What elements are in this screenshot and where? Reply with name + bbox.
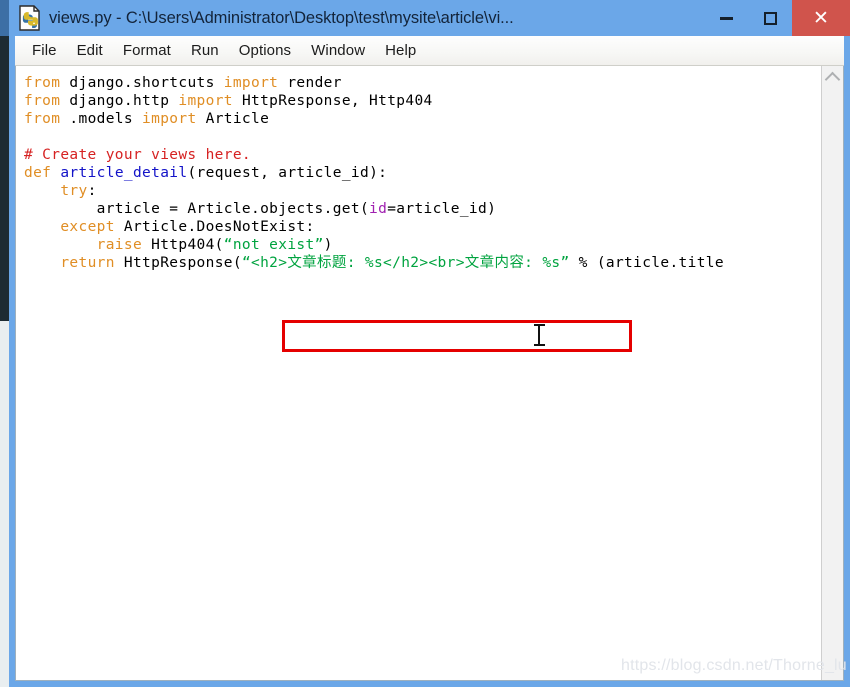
minimize-button[interactable] — [704, 3, 748, 33]
python-file-icon — [18, 5, 42, 31]
code-token: def — [24, 165, 52, 181]
code-line: article = Article.objects.get(id=article… — [24, 200, 724, 218]
desktop-sliver-top — [0, 0, 9, 36]
scrollbar-thumb[interactable] — [823, 88, 843, 648]
code-line: from django.http import HttpResponse, Ht… — [24, 92, 724, 110]
code-token: except — [60, 219, 115, 235]
code-line: try: — [24, 182, 724, 200]
code-token: import — [142, 111, 197, 127]
code-line: except Article.DoesNotExist: — [24, 218, 724, 236]
title-bar[interactable]: views.py - C:\Users\Administrator\Deskto… — [9, 0, 850, 36]
annotation-rectangle — [282, 320, 632, 352]
code-token: try — [60, 183, 88, 199]
menu-item-help[interactable]: Help — [376, 40, 425, 61]
code-line: from .models import Article — [24, 110, 724, 128]
code-token: (request, article_id): — [187, 165, 388, 181]
maximize-icon — [763, 11, 777, 25]
i-beam-cursor — [534, 324, 545, 346]
code-line: raise Http404(“not exist”) — [24, 236, 724, 254]
menu-item-options[interactable]: Options — [230, 40, 300, 61]
i-beam-cap-top — [534, 324, 545, 326]
code-token: “<h2>文章标题: %s</h2><br>文章内容: %s” — [241, 255, 570, 271]
menu-bar: File Edit Format Run Options Window Help — [15, 36, 844, 66]
close-icon: ✕ — [813, 7, 829, 29]
code-token: article_detail — [60, 165, 188, 181]
close-button[interactable]: ✕ — [792, 0, 850, 36]
code-token: django.shortcuts — [60, 75, 224, 91]
code-token: Article.DoesNotExist: — [114, 219, 315, 235]
menu-item-window[interactable]: Window — [302, 40, 374, 61]
code-token: article = Article.objects.get( — [24, 201, 370, 217]
code-token: from — [24, 111, 61, 127]
source-code: from django.shortcuts import render from … — [24, 74, 724, 272]
code-token: import — [178, 93, 233, 109]
desktop-sliver-dark — [0, 36, 9, 321]
minimize-icon — [719, 16, 733, 20]
code-line: # Create your views here. — [24, 146, 724, 164]
window-title: views.py - C:\Users\Administrator\Deskto… — [49, 8, 514, 27]
code-token: % (article.title — [569, 255, 724, 271]
idle-editor-window: views.py - C:\Users\Administrator\Deskto… — [9, 0, 850, 687]
code-text-area[interactable]: from django.shortcuts import render from … — [16, 66, 821, 680]
menu-item-run[interactable]: Run — [182, 40, 228, 61]
chevron-up-icon — [824, 71, 841, 88]
i-beam-stem — [538, 326, 540, 344]
code-token: import — [223, 75, 279, 91]
code-token: “not exist” — [223, 237, 324, 253]
editor-area: from django.shortcuts import render from … — [15, 66, 844, 681]
code-token: .models — [60, 111, 143, 127]
code-token: from — [24, 75, 61, 91]
code-token: return — [60, 255, 115, 271]
code-token: : — [87, 183, 97, 199]
code-token: HttpResponse, Http404 — [232, 93, 433, 109]
code-token: from — [24, 93, 61, 109]
code-token: Http404( — [142, 237, 224, 253]
i-beam-cap-bottom — [534, 344, 545, 346]
code-token: django.http — [60, 93, 179, 109]
menu-item-edit[interactable]: Edit — [68, 40, 112, 61]
code-token: Article — [196, 111, 270, 127]
code-token: id — [369, 201, 388, 217]
code-line: return HttpResponse(“<h2>文章标题: %s</h2><b… — [24, 254, 724, 272]
code-token: # Create your views here. — [24, 147, 251, 163]
code-line: from django.shortcuts import render — [24, 74, 724, 92]
vertical-scrollbar[interactable] — [821, 66, 843, 680]
scroll-up-arrow-icon[interactable] — [822, 69, 843, 88]
code-token: ) — [323, 237, 333, 253]
code-token: HttpResponse( — [114, 255, 242, 271]
code-line: def article_detail(request, article_id): — [24, 164, 724, 182]
code-token: render — [278, 75, 342, 91]
menu-item-format[interactable]: Format — [114, 40, 180, 61]
desktop-sliver-light — [0, 321, 9, 687]
code-token: raise — [96, 237, 143, 253]
maximize-button[interactable] — [748, 3, 792, 33]
menu-item-file[interactable]: File — [23, 40, 66, 61]
code-token: =article_id) — [387, 201, 497, 217]
